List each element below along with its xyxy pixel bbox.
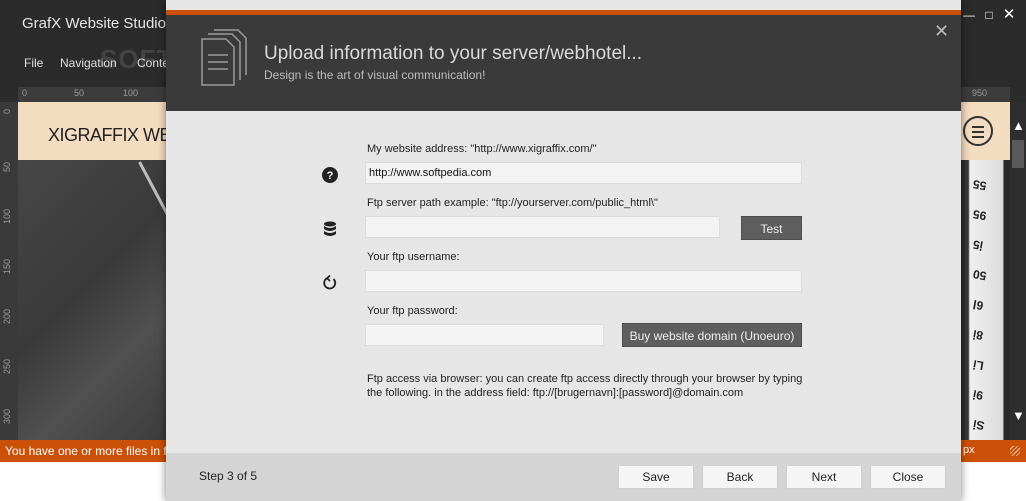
tape-number: 8ⅰ (971, 327, 985, 343)
ruler-label: 0 (22, 88, 28, 98)
ruler-vertical: 0 50 100 150 200 250 300 (0, 102, 19, 440)
close-button[interactable]: Close (870, 465, 946, 489)
tape-number: Lⅰ (971, 357, 985, 373)
ftp-note-line: Ftp access via browser: you can create f… (367, 373, 803, 385)
ftp-password-label: Your ftp password: (367, 305, 458, 317)
tape-number: Sⅰ (971, 417, 986, 433)
tape-number: 9ⅰ (971, 387, 985, 403)
ruler-label: 200 (2, 308, 12, 324)
menu-navigation[interactable]: Navigation (60, 56, 117, 70)
close-app-button[interactable]: ✕ (1002, 7, 1016, 22)
tape-number: ⅰ5 (971, 237, 985, 253)
dialog-close-icon[interactable]: ✕ (934, 21, 949, 42)
database-icon (324, 221, 336, 236)
ftp-browser-note: Ftp access via browser: you can create f… (367, 372, 807, 400)
ruler-label: 300 (2, 408, 12, 424)
app-title: GrafX Website Studio (22, 15, 166, 32)
website-address-label: My website address: "http://www.xigraffi… (367, 143, 597, 155)
ruler-label: 50 (2, 161, 12, 172)
back-button[interactable]: Back (702, 465, 778, 489)
hamburger-menu-icon[interactable] (963, 116, 993, 146)
ftp-password-input[interactable] (365, 324, 604, 346)
minimize-button[interactable]: — (962, 8, 976, 22)
document-stack-icon (201, 29, 247, 86)
ruler-label: 50 (74, 88, 85, 98)
ruler-label: 100 (2, 208, 12, 224)
menu-file[interactable]: File (24, 56, 43, 70)
status-message: You have one or more files in f (5, 444, 167, 458)
help-icon[interactable]: ? (321, 166, 339, 184)
dialog-subtitle: Design is the art of visual communicatio… (264, 68, 486, 82)
scroll-up-icon[interactable]: ▲ (1012, 118, 1025, 133)
ruler-label: 100 (123, 88, 139, 98)
site-header-right (961, 102, 1010, 160)
dialog-footer: Step 3 of 5 Save Back Next Close (166, 453, 961, 501)
dialog-title: Upload information to your server/webhot… (264, 43, 643, 64)
ftp-path-input[interactable] (365, 216, 720, 238)
background-photo (18, 160, 167, 440)
ftp-username-label: Your ftp username: (367, 251, 460, 263)
maximize-button[interactable]: □ (982, 8, 996, 22)
ftp-username-input[interactable] (365, 270, 802, 292)
next-button[interactable]: Next (786, 465, 862, 489)
website-address-input[interactable] (365, 162, 802, 184)
upload-dialog: ✕ Upload information to your server/webh… (166, 0, 961, 501)
tape-number: 95 (971, 206, 988, 224)
svg-text:?: ? (327, 170, 334, 182)
menu-bar: File Navigation Conte (0, 56, 170, 76)
tape-number: 6Ⅰ (971, 297, 985, 313)
dialog-header: ✕ Upload information to your server/webh… (166, 15, 961, 111)
buy-domain-button[interactable]: Buy website domain (Unoeuro) (622, 323, 802, 347)
step-indicator: Step 3 of 5 (199, 469, 258, 483)
measuring-tape-image: 55 95 ⅰ5 50 6Ⅰ 8ⅰ Lⅰ 9ⅰ Sⅰ (961, 160, 1010, 440)
ruler-label: 150 (2, 258, 12, 274)
ruler-label: 950 (972, 88, 988, 98)
resize-grip-icon[interactable] (1010, 446, 1020, 456)
status-unit: px (963, 444, 975, 456)
menu-content[interactable]: Conte (137, 56, 169, 70)
refresh-icon[interactable] (321, 274, 339, 292)
ftp-note-line: the following. in the address field: ftp… (367, 387, 744, 399)
scroll-down-icon[interactable]: ▼ (1012, 408, 1025, 423)
ftp-path-label: Ftp server path example: "ftp://yourserv… (367, 197, 658, 209)
scrollbar-thumb[interactable] (1012, 140, 1024, 168)
tape-number: 50 (971, 266, 988, 284)
site-header: XIGRAFFIX WEBDI (18, 102, 200, 160)
window-controls: — □ ✕ (962, 7, 1018, 24)
test-button[interactable]: Test (741, 216, 802, 240)
ruler-label: 0 (2, 108, 12, 114)
dialog-body: My website address: "http://www.xigraffi… (166, 111, 961, 453)
ruler-label: 250 (2, 358, 12, 374)
save-button[interactable]: Save (618, 465, 694, 489)
tape-number: 55 (971, 176, 988, 194)
